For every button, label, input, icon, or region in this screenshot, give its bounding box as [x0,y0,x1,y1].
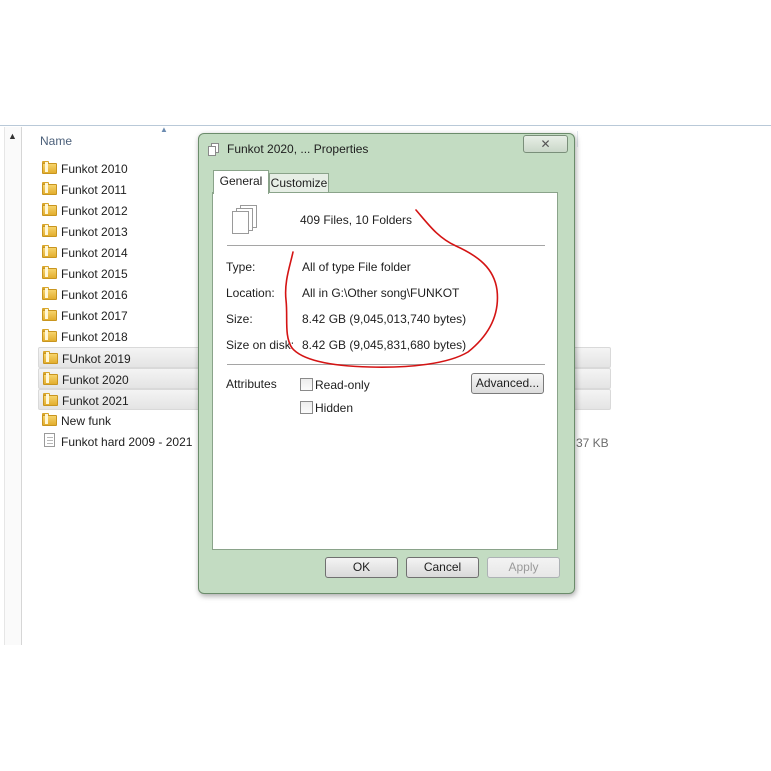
row-label: Funkot 2012 [61,204,128,218]
row-label: Funkot 2021 [62,394,129,408]
row-label: FUnkot 2019 [62,352,131,366]
column-header-name[interactable]: Name [40,134,72,148]
cancel-button[interactable]: Cancel [406,557,479,578]
folder-icon [43,351,58,364]
size-value: 8.42 GB (9,045,013,740 bytes) [302,312,467,326]
row-label: Funkot 2017 [61,309,128,323]
row-label: Funkot 2014 [61,246,128,260]
folder-icon [42,182,57,195]
type-value: All of type File folder [302,260,411,274]
folder-icon [42,287,57,300]
row-label: Funkot 2016 [61,288,128,302]
row-label: Funkot 2018 [61,330,128,344]
size-on-disk-value: 8.42 GB (9,045,831,680 bytes) [302,338,467,352]
folder-icon [43,372,58,385]
properties-dialog: Funkot 2020, ... Properties ✕ General Cu… [198,133,575,594]
row-label: Funkot 2010 [61,162,128,176]
file-size-cell: 37 KB [576,436,609,450]
hidden-checkbox[interactable] [300,401,313,414]
location-value: All in G:\Other song\FUNKOT [302,286,460,300]
location-label: Location: [226,286,275,300]
dialog-title: Funkot 2020, ... Properties [227,142,369,156]
general-tab-content: 409 Files, 10 Folders Type: All of type … [212,192,558,550]
close-button[interactable]: ✕ [523,135,568,153]
separator [227,364,545,365]
hidden-label[interactable]: Hidden [315,401,353,415]
folder-icon [42,245,57,258]
scroll-up-arrow-icon[interactable]: ▲ [8,131,17,141]
advanced-button[interactable]: Advanced... [471,373,544,394]
dialog-title-bar[interactable]: Funkot 2020, ... Properties ✕ [199,134,574,161]
vertical-scrollbar[interactable]: ▲ [4,127,22,645]
multiple-files-icon [208,143,220,156]
row-label: Funkot 2011 [61,183,127,197]
tab-general[interactable]: General [213,170,269,194]
size-on-disk-label: Size on disk: [226,338,295,352]
row-label: Funkot hard 2009 - 2021 [61,435,193,449]
folder-icon [42,161,57,174]
readonly-label[interactable]: Read-only [315,378,370,392]
size-label: Size: [226,312,253,326]
column-divider[interactable] [577,131,578,147]
tab-customize[interactable]: Customize [269,173,329,193]
folder-icon [42,224,57,237]
row-label: Funkot 2020 [62,373,129,387]
dialog-panel: General Customize 409 Files, 10 Folders … [207,168,566,622]
row-label: Funkot 2013 [61,225,128,239]
separator [227,245,545,246]
row-label: Funkot 2015 [61,267,128,281]
folder-icon [42,266,57,279]
readonly-checkbox[interactable] [300,378,313,391]
multiple-files-large-icon [231,205,259,237]
folder-icon [42,308,57,321]
folder-icon [42,329,57,342]
text-file-icon [44,433,55,447]
sort-ascending-icon: ▲ [160,125,168,134]
ok-button[interactable]: OK [325,557,398,578]
folder-icon [42,203,57,216]
folder-icon [43,393,58,406]
apply-button[interactable]: Apply [487,557,560,578]
row-label: New funk [61,414,112,428]
close-icon: ✕ [540,137,551,151]
files-count: 409 Files, 10 Folders [300,213,413,227]
folder-icon [42,413,57,426]
attributes-label: Attributes [226,377,277,391]
explorer-top-border [0,125,771,126]
type-label: Type: [226,260,256,274]
